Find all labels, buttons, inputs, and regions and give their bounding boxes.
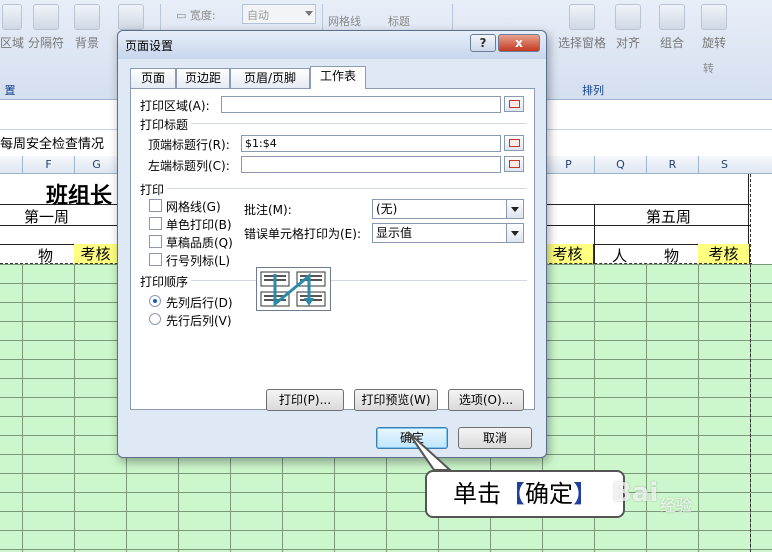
row-col-headings-label: 行号列标(L) bbox=[166, 254, 231, 268]
cell-errors-select[interactable]: 显示值 bbox=[372, 223, 524, 243]
dialog-title: 页面设置 bbox=[125, 39, 174, 53]
column-header-G[interactable]: G bbox=[74, 156, 118, 174]
chevron-down-icon bbox=[506, 224, 523, 242]
collapse-dialog-icon bbox=[509, 139, 520, 147]
print-area-input[interactable] bbox=[221, 96, 501, 113]
chevron-down-icon bbox=[506, 200, 523, 218]
rows-repeat-label: 顶端标题行(R): bbox=[148, 138, 230, 152]
rotate-dropdown-label: 转 bbox=[703, 62, 714, 75]
collapse-dialog-icon bbox=[509, 160, 520, 168]
group-divider bbox=[191, 280, 527, 281]
column-header-P[interactable]: P bbox=[542, 156, 594, 174]
options-button[interactable]: 选项(O)... bbox=[448, 389, 524, 411]
down-then-over-radio[interactable] bbox=[149, 295, 161, 307]
tab-header-footer[interactable]: 页眉/页脚 bbox=[230, 68, 310, 88]
group-icon bbox=[659, 4, 685, 30]
cols-repeat-ref-button[interactable] bbox=[504, 156, 524, 172]
breaks-ribbon-button[interactable]: 分隔符 bbox=[26, 4, 66, 51]
print-titles-group: 打印标题 bbox=[140, 118, 189, 132]
instruction-callout: 单击【确定】 bbox=[425, 470, 625, 518]
black-white-label: 单色打印(B) bbox=[166, 218, 232, 232]
page-order-group: 打印顺序 bbox=[140, 275, 189, 289]
gridlines-ribbon-label: 网格线 bbox=[328, 15, 361, 28]
watermark-text: 经验 bbox=[660, 496, 693, 515]
column-header-F[interactable]: F bbox=[22, 156, 74, 174]
page-setup-dialog: 页面设置 ? x 页面 页边距 页眉/页脚 工作表 打印区域(A): 打印标题 … bbox=[117, 30, 547, 458]
print-titles-icon bbox=[118, 4, 144, 30]
gridlines-checkbox[interactable] bbox=[149, 199, 162, 212]
help-button[interactable]: ? bbox=[470, 34, 496, 52]
print-area-label: 打印区域(A): bbox=[140, 99, 210, 113]
print-preview-button[interactable]: 打印预览(W) bbox=[354, 389, 438, 411]
tab-sheet[interactable]: 工作表 bbox=[310, 66, 366, 89]
row3-cell[interactable]: 考核 bbox=[74, 244, 118, 264]
background-icon bbox=[74, 4, 100, 30]
align-button[interactable]: 对齐 bbox=[612, 4, 644, 51]
cols-repeat-input[interactable] bbox=[241, 156, 501, 173]
ribbon-group-label: 置 bbox=[4, 84, 16, 97]
selection-pane-button[interactable]: 选择窗格 bbox=[556, 4, 608, 51]
comments-select[interactable]: (无) bbox=[372, 199, 524, 219]
print-area-icon bbox=[2, 4, 22, 30]
print-group: 打印 bbox=[140, 183, 165, 197]
page-break-line bbox=[750, 174, 751, 552]
group-button[interactable]: 组合 bbox=[656, 4, 688, 51]
cols-repeat-label: 左端标题列(C): bbox=[148, 159, 230, 173]
over-then-down-radio[interactable] bbox=[149, 313, 161, 325]
tab-margins[interactable]: 页边距 bbox=[176, 68, 230, 88]
draft-quality-label: 草稿品质(Q) bbox=[166, 236, 233, 250]
rows-repeat-ref-button[interactable] bbox=[504, 135, 524, 151]
headings-ribbon-label: 标题 bbox=[388, 15, 410, 28]
down-then-over-label: 先列后行(D) bbox=[166, 296, 233, 310]
align-icon bbox=[615, 4, 641, 30]
comments-label: 批注(M): bbox=[244, 203, 292, 217]
column-header-S[interactable]: S bbox=[698, 156, 750, 174]
tabstrip: 页面 页边距 页眉/页脚 工作表 bbox=[130, 66, 540, 89]
col-line bbox=[594, 204, 595, 264]
sheet-tab-panel: 打印区域(A): 打印标题 顶端标题行(R): $1:$4 左端标题列(C): … bbox=[130, 88, 535, 410]
watermark-logo: Bai bbox=[612, 478, 659, 508]
sheet-cell-title[interactable]: 每周安全检查情况 bbox=[0, 133, 120, 152]
chevron-down-icon bbox=[305, 11, 313, 16]
width-label: ▭ 宽度: bbox=[176, 9, 216, 22]
width-icon: ▭ bbox=[176, 9, 187, 22]
week1-cell[interactable]: 第一周 bbox=[24, 206, 69, 227]
close-button[interactable]: x bbox=[498, 34, 540, 52]
cancel-button[interactable]: 取消 bbox=[458, 427, 532, 449]
group-divider bbox=[191, 123, 527, 124]
collapse-dialog-icon bbox=[509, 100, 520, 108]
column-header-R[interactable]: R bbox=[646, 156, 698, 174]
print-area-ref-button[interactable] bbox=[504, 96, 524, 112]
column-header-Q[interactable]: Q bbox=[594, 156, 646, 174]
rotate-button[interactable]: 旋转 bbox=[700, 4, 728, 51]
group-divider bbox=[167, 188, 527, 189]
background-ribbon-button[interactable]: 背景 bbox=[72, 4, 102, 51]
rows-repeat-input[interactable]: $1:$4 bbox=[241, 135, 501, 152]
row3-cell[interactable]: 考核 bbox=[542, 244, 594, 264]
black-white-checkbox[interactable] bbox=[149, 217, 162, 230]
print-area-ribbon-button[interactable]: 区域 bbox=[0, 4, 24, 51]
row-col-headings-checkbox[interactable] bbox=[149, 253, 162, 266]
breaks-icon bbox=[33, 4, 59, 30]
selection-pane-icon bbox=[569, 4, 595, 30]
cell-errors-label: 错误单元格打印为(E): bbox=[244, 227, 361, 241]
draft-quality-checkbox[interactable] bbox=[149, 235, 162, 248]
week5-cell[interactable]: 第五周 bbox=[646, 206, 691, 227]
row3-cell[interactable]: 考核 bbox=[698, 244, 750, 264]
gridlines-label: 网格线(G) bbox=[166, 200, 221, 214]
print-button[interactable]: 打印(P)... bbox=[266, 389, 344, 411]
dialog-titlebar[interactable]: 页面设置 ? x bbox=[118, 31, 546, 59]
width-combo[interactable]: 自动 bbox=[242, 4, 316, 24]
ribbon-group-arrange: 排列 bbox=[582, 84, 604, 97]
page-order-preview-icon bbox=[256, 267, 331, 311]
tab-page[interactable]: 页面 bbox=[130, 68, 176, 88]
rotate-icon bbox=[701, 4, 727, 30]
over-then-down-label: 先行后列(V) bbox=[166, 314, 232, 328]
